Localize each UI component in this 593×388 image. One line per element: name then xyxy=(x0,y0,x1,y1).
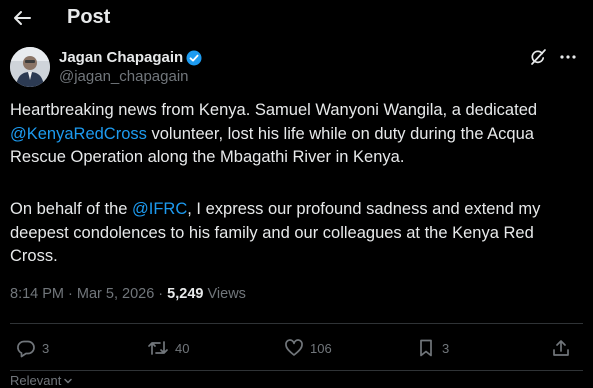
post-text-paragraph-2: On behalf of the @IFRC, I express our pr… xyxy=(10,198,585,269)
author-handle[interactable]: @jagan_chapagain xyxy=(59,68,189,85)
repost-button[interactable]: 40 xyxy=(147,337,189,359)
avatar-photo xyxy=(10,47,50,87)
grok-icon xyxy=(531,49,546,65)
post-header: Post xyxy=(0,0,593,36)
like-count: 106 xyxy=(310,340,332,356)
page-title: Post xyxy=(67,6,111,28)
reply-count: 3 xyxy=(42,340,50,356)
reply-button[interactable]: 3 xyxy=(16,337,49,359)
back-button[interactable] xyxy=(10,4,34,32)
mention-link-kenyaredcross[interactable]: @KenyaRedCross xyxy=(10,125,147,143)
share-icon xyxy=(553,340,569,356)
post-text-paragraph-1: Heartbreaking news from Kenya. Samuel Wa… xyxy=(10,99,585,170)
author-name[interactable]: Jagan Chapagain xyxy=(59,49,183,66)
meta-separator: · xyxy=(154,286,168,302)
reply-icon xyxy=(17,340,35,358)
meta-separator: · xyxy=(64,286,77,302)
post-date[interactable]: Mar 5, 2026 xyxy=(77,286,154,302)
arrow-left-icon xyxy=(14,11,31,25)
views-label: Views xyxy=(203,286,246,302)
sort-label: Relevant xyxy=(10,373,62,388)
avatar[interactable] xyxy=(10,47,50,87)
bookmark-button[interactable]: 3 xyxy=(416,337,449,359)
repost-icon xyxy=(148,341,168,355)
mention-link-ifrc[interactable]: @IFRC xyxy=(132,200,187,218)
bookmark-count: 3 xyxy=(442,340,450,356)
post-time[interactable]: 8:14 PM xyxy=(10,286,64,302)
grok-button[interactable] xyxy=(529,48,547,66)
more-icon xyxy=(560,55,576,59)
chevron-down-icon xyxy=(64,378,73,383)
sort-replies-button[interactable]: Relevant xyxy=(10,373,73,388)
views-count: 5,249 xyxy=(167,286,204,302)
share-button[interactable] xyxy=(551,337,571,359)
divider xyxy=(10,370,583,371)
post-text: On behalf of the xyxy=(10,200,133,218)
like-button[interactable]: 106 xyxy=(284,337,332,359)
divider xyxy=(10,323,583,324)
more-button[interactable] xyxy=(559,48,577,66)
post-meta: 8:14 PM · Mar 5, 2026 · 5,249 Views xyxy=(10,286,246,302)
post-text: Heartbreaking news from Kenya. Samuel Wa… xyxy=(10,101,538,119)
verified-badge-icon xyxy=(186,50,202,66)
repost-count: 40 xyxy=(175,340,190,356)
bookmark-icon xyxy=(420,339,432,357)
heart-icon xyxy=(285,339,303,356)
